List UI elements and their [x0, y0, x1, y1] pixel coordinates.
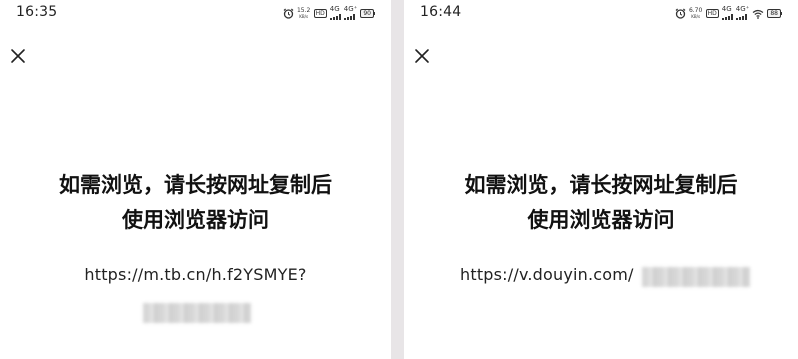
signal-icon: 4G	[721, 6, 733, 20]
phone-screen-left: 16:35 15.2 KB/s HD 4G 4G⁺ 90 如需浏览，请长按网址复…	[0, 0, 391, 359]
message-line-2: 使用浏览器访问	[527, 208, 675, 232]
hd-badge: HD	[313, 8, 327, 18]
signal-icon: 4G⁺	[735, 6, 749, 20]
battery-icon: 88	[767, 8, 782, 18]
signal-icon: 4G	[329, 6, 341, 20]
status-icons: 15.2 KB/s HD 4G 4G⁺ 90	[283, 6, 375, 20]
hd-badge: HD	[705, 8, 719, 18]
network-speed: 6.70 KB/s	[688, 6, 703, 19]
browser-hint-message: 如需浏览，请长按网址复制后 使用浏览器访问	[404, 168, 798, 238]
message-line-2: 使用浏览器访问	[122, 208, 269, 232]
signal-icon: 4G⁺	[343, 6, 357, 20]
alarm-icon	[283, 4, 294, 23]
redacted-url-part	[642, 267, 750, 287]
status-icons: 6.70 KB/s HD 4G 4G⁺ 88	[675, 6, 782, 20]
status-time: 16:44	[420, 4, 462, 20]
close-icon[interactable]	[414, 48, 430, 64]
share-url[interactable]: https://m.tb.cn/h.f2YSMYE?	[0, 265, 391, 284]
phone-screen-right: 16:44 6.70 KB/s HD 4G 4G⁺ 88 如需浏览，请长按网址复…	[404, 0, 798, 359]
message-line-1: 如需浏览，请长按网址复制后	[59, 173, 332, 197]
status-bar: 16:35 15.2 KB/s HD 4G 4G⁺ 90	[0, 0, 391, 26]
network-speed: 15.2 KB/s	[296, 6, 311, 19]
wifi-icon	[752, 4, 764, 23]
browser-hint-message: 如需浏览，请长按网址复制后 使用浏览器访问	[0, 168, 391, 238]
status-bar: 16:44 6.70 KB/s HD 4G 4G⁺ 88	[404, 0, 798, 26]
comparison-view: 16:35 15.2 KB/s HD 4G 4G⁺ 90 如需浏览，请长按网址复…	[0, 0, 798, 359]
message-line-1: 如需浏览，请长按网址复制后	[464, 173, 738, 197]
redacted-url-part	[143, 303, 251, 323]
status-time: 16:35	[16, 4, 58, 20]
alarm-icon	[675, 4, 686, 23]
close-icon[interactable]	[10, 48, 26, 64]
battery-icon: 90	[360, 8, 375, 18]
